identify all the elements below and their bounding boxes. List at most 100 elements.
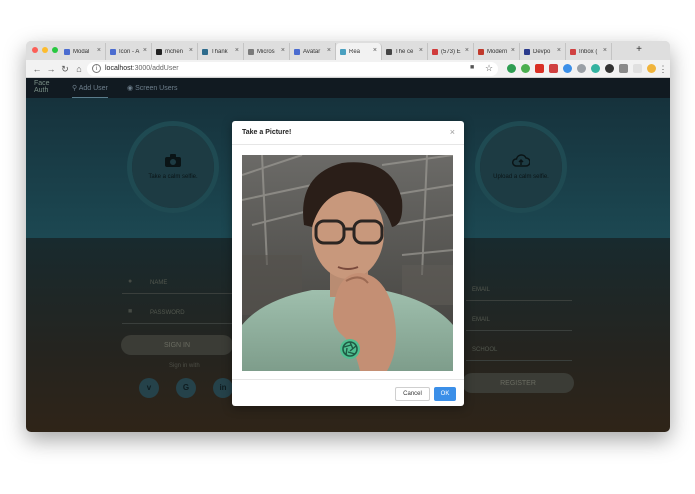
modal-header: Take a Picture! × [232, 121, 464, 145]
email-confirm-field[interactable]: EMAIL [466, 309, 572, 331]
logo-line2: Auth [34, 87, 49, 94]
add-user-icon: ⚲ [72, 85, 78, 92]
password-field[interactable]: ■ PASSWORD [122, 302, 234, 324]
bookmark-star-icon[interactable]: ☆ [485, 63, 493, 74]
browser-toolbar: ← → ↻ ⌂ i localhost:3000/addUser ■ ☆ ⋮ [26, 60, 670, 78]
email-field[interactable]: EMAIL [466, 279, 572, 301]
app-logo[interactable]: Face Auth [34, 80, 50, 94]
tab-favicon-icon [110, 48, 116, 55]
extension-red-icon[interactable] [549, 64, 558, 73]
zoom-window-button[interactable] [52, 47, 58, 53]
tab-close-icon[interactable]: × [465, 47, 469, 54]
extension-puzzle-icon[interactable] [633, 64, 642, 73]
browser-tab[interactable]: mchen × [152, 43, 198, 60]
tab-close-icon[interactable]: × [603, 47, 607, 54]
browser-tab[interactable]: Avatar × [290, 43, 336, 60]
tab-close-icon[interactable]: × [281, 47, 285, 54]
tab-close-icon[interactable]: × [557, 47, 561, 54]
tab-close-icon[interactable]: × [235, 47, 239, 54]
sign-in-button[interactable]: SIGN IN [121, 335, 233, 355]
take-selfie-button[interactable]: Take a calm selfie. [127, 121, 219, 213]
tab-favicon-icon [386, 48, 392, 55]
webcam-preview [242, 155, 453, 371]
linkedin-icon[interactable]: in [213, 378, 233, 398]
close-window-button[interactable] [32, 47, 38, 53]
url-host: localhost [105, 65, 133, 72]
cancel-button[interactable]: Cancel [395, 387, 430, 401]
url-path: :3000/addUser [132, 65, 179, 72]
tab-add-user[interactable]: ⚲ Add User [72, 84, 108, 98]
browser-tab[interactable]: Inbox (× [566, 43, 612, 60]
browser-tab[interactable]: The ce × [382, 43, 428, 60]
new-tab-button[interactable]: + [633, 44, 645, 56]
ok-button[interactable]: OK [434, 387, 456, 401]
shutter-icon[interactable] [340, 339, 360, 359]
modal-close-icon[interactable]: × [450, 127, 455, 137]
profile-avatar[interactable] [647, 64, 656, 73]
tab-close-icon[interactable]: × [143, 47, 147, 54]
google-icon[interactable]: G [176, 378, 196, 398]
email-confirm-placeholder: EMAIL [472, 317, 491, 323]
tab-favicon-icon [202, 48, 208, 55]
extension-grey-icon[interactable] [577, 64, 586, 73]
browser-tab[interactable]: (573) E × [428, 43, 474, 60]
window-controls [32, 47, 58, 53]
register-button[interactable]: REGISTER [462, 373, 574, 393]
minimize-window-button[interactable] [42, 47, 48, 53]
camera-in-use-icon[interactable]: ■ [470, 64, 474, 71]
extension-teal-icon[interactable] [591, 64, 600, 73]
back-icon[interactable]: ← [31, 63, 43, 75]
tab-favicon-icon [570, 48, 576, 55]
browser-tab[interactable]: Rea × [336, 43, 382, 60]
reload-icon[interactable]: ↻ [59, 63, 71, 75]
browser-tab[interactable]: Micros × [244, 43, 290, 60]
name-field[interactable]: ● NAME [122, 272, 234, 294]
address-bar[interactable]: i localhost:3000/addUser ■ ☆ [87, 62, 498, 76]
menu-dots-icon[interactable]: ⋮ [657, 63, 669, 75]
upload-selfie-button[interactable]: Upload a calm selfie. [475, 121, 567, 213]
vimeo-icon[interactable]: v [139, 378, 159, 398]
browser-tabs: Modal × Icon - A × mchen × Thank × Micros × Avatar… [60, 43, 612, 60]
tab-close-icon[interactable]: × [327, 47, 331, 54]
browser-tab[interactable]: Icon - A × [106, 43, 152, 60]
tab-close-icon[interactable]: × [373, 47, 377, 54]
app-navbar: Face Auth ⚲ Add User ◉ Screen Users [26, 78, 670, 98]
tab-favicon-icon [156, 48, 162, 55]
url-text[interactable]: localhost:3000/addUser [105, 64, 179, 74]
extension-blue-icon[interactable] [563, 64, 572, 73]
extension-dark-icon[interactable] [605, 64, 614, 73]
tab-close-icon[interactable]: × [189, 47, 193, 54]
password-placeholder: PASSWORD [150, 310, 185, 316]
browser-tab[interactable]: Modern × [474, 43, 520, 60]
tab-favicon-icon [64, 48, 70, 55]
upload-selfie-label: Upload a calm selfie. [493, 174, 549, 180]
take-picture-modal: Take a Picture! × Cancel OK [232, 121, 464, 406]
lock-icon: ■ [128, 308, 133, 315]
sign-in-with-label: Sign in with [169, 363, 200, 369]
upload-cloud-icon [512, 154, 531, 170]
modal-title: Take a Picture! [242, 129, 292, 136]
info-icon[interactable]: i [92, 64, 101, 73]
extension-green-icon[interactable] [521, 64, 530, 73]
extension-square-icon[interactable] [619, 64, 628, 73]
name-placeholder: NAME [150, 280, 168, 286]
modal-footer: Cancel OK [232, 379, 464, 406]
tab-favicon-icon [248, 48, 254, 55]
forward-icon[interactable]: → [45, 63, 57, 75]
email-placeholder: EMAIL [472, 287, 491, 293]
extension-abp-icon[interactable] [535, 64, 544, 73]
browser-tab[interactable]: Devpo × [520, 43, 566, 60]
tab-add-user-label: Add User [78, 85, 108, 92]
browser-tab[interactable]: Modal × [60, 43, 106, 60]
tab-screen-users[interactable]: ◉ Screen Users [127, 84, 177, 92]
tab-close-icon[interactable]: × [511, 47, 515, 54]
school-field[interactable]: SCHOOL [466, 339, 572, 361]
tab-favicon-icon [340, 48, 346, 55]
home-icon[interactable]: ⌂ [73, 63, 85, 75]
browser-tab[interactable]: Thank × [198, 43, 244, 60]
tab-strip: Modal × Icon - A × mchen × Thank × Micros × Avatar… [26, 41, 670, 60]
extension-evernote-icon[interactable] [507, 64, 516, 73]
tab-close-icon[interactable]: × [419, 47, 423, 54]
screen-users-icon: ◉ [127, 85, 134, 92]
tab-close-icon[interactable]: × [97, 47, 101, 54]
